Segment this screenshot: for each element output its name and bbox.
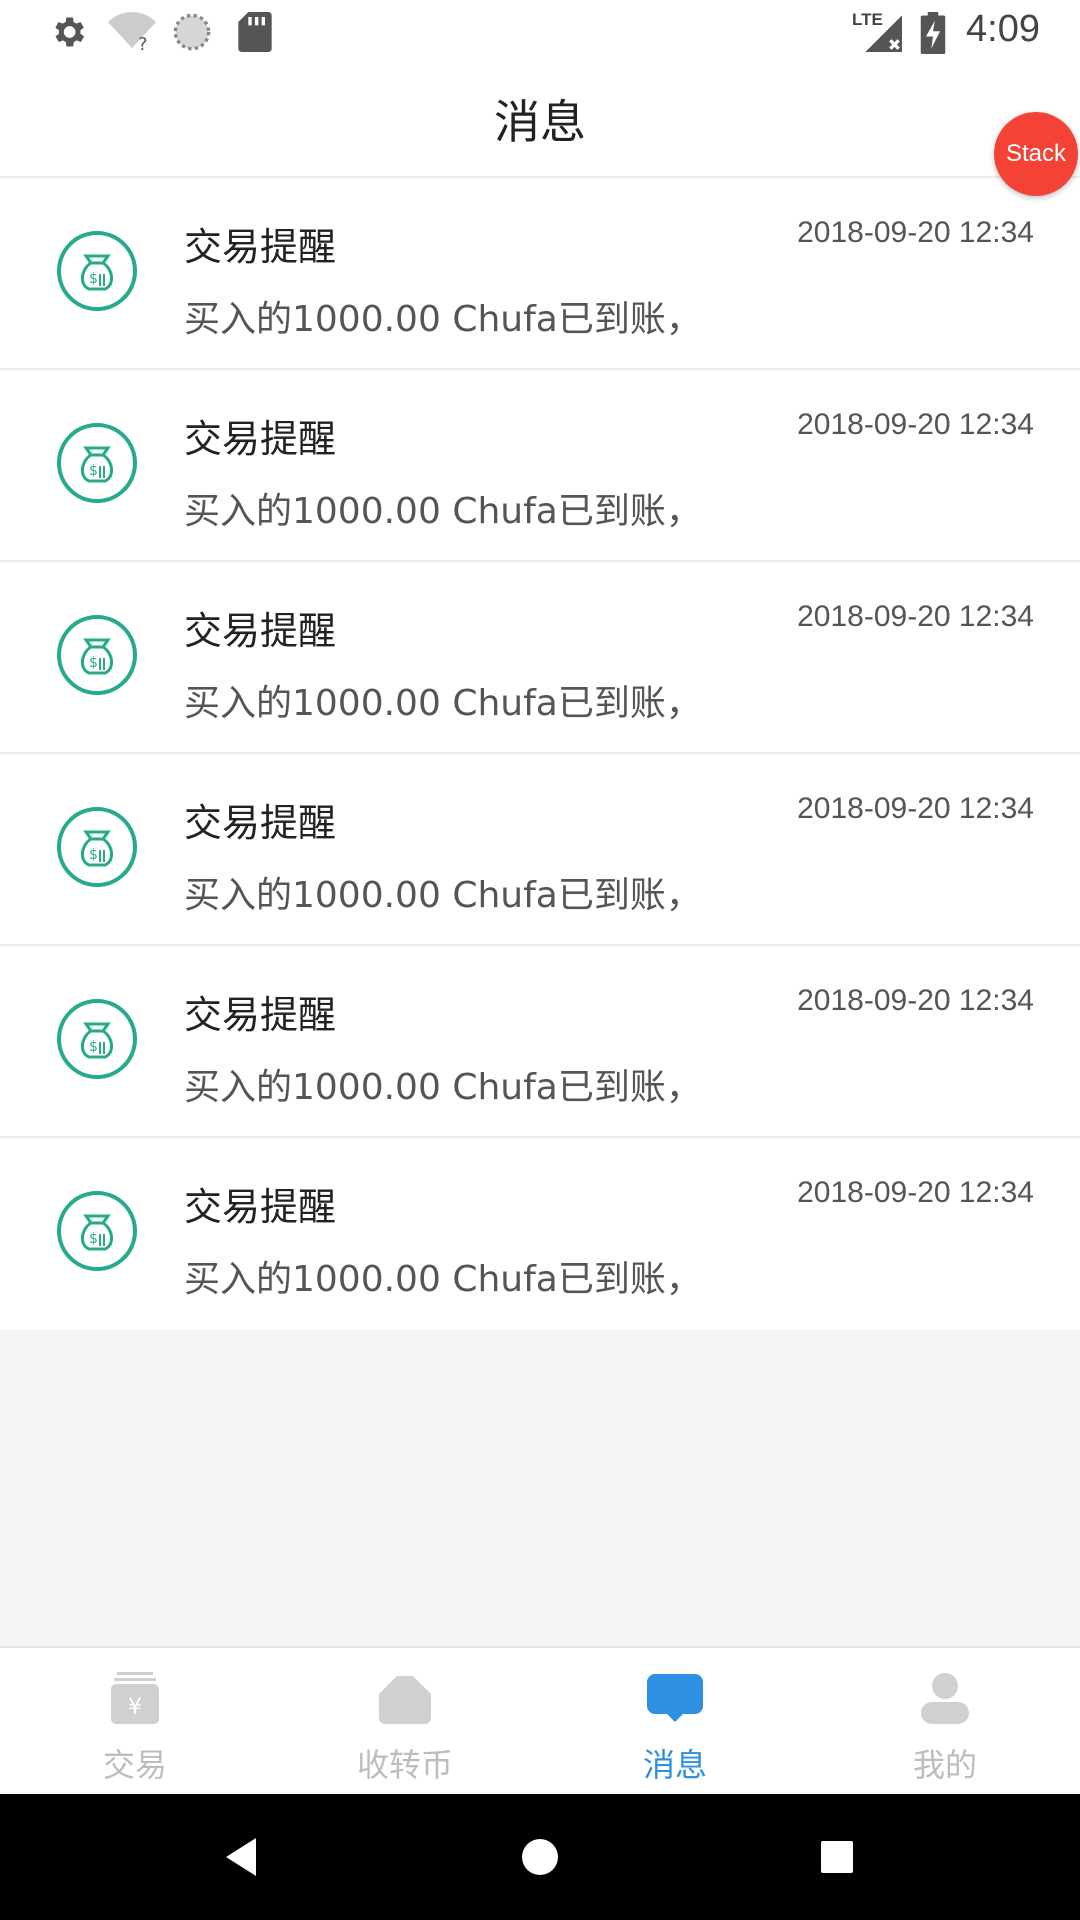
back-icon[interactable] bbox=[216, 1830, 270, 1884]
message-title: 交易提醒 bbox=[184, 609, 337, 653]
bottom-tab-bar: ¥ 交易 收转币 消息 我的 bbox=[0, 1646, 1080, 1794]
list-item[interactable]: $ 交易提醒 2018-09-20 12:34 买入的1000.00 Chufa… bbox=[0, 946, 1080, 1138]
message-body: 买入的1000.00 Chufa已到账， bbox=[184, 875, 702, 916]
empty-area bbox=[0, 1330, 1080, 1646]
tab-messages[interactable]: 消息 bbox=[540, 1648, 810, 1794]
recents-icon[interactable] bbox=[810, 1830, 864, 1884]
list-item[interactable]: $ 交易提醒 2018-09-20 12:34 买入的1000.00 Chufa… bbox=[0, 562, 1080, 754]
money-bag-icon: $ bbox=[57, 615, 137, 695]
money-bag-icon: $ bbox=[57, 807, 137, 887]
wifi-unknown-icon: ? bbox=[108, 12, 156, 52]
svg-text:$: $ bbox=[89, 463, 98, 479]
svg-text:$: $ bbox=[89, 847, 98, 863]
message-body: 买入的1000.00 Chufa已到账， bbox=[184, 683, 702, 724]
tab-trade[interactable]: ¥ 交易 bbox=[0, 1648, 270, 1794]
message-time: 2018-09-20 12:34 bbox=[797, 408, 1034, 441]
settings-icon bbox=[55, 17, 85, 47]
message-time: 2018-09-20 12:34 bbox=[797, 792, 1034, 825]
message-time: 2018-09-20 12:34 bbox=[797, 984, 1034, 1017]
status-time: 4:09 bbox=[966, 8, 1040, 50]
message-body: 买入的1000.00 Chufa已到账， bbox=[184, 1259, 702, 1300]
sd-card-icon bbox=[238, 12, 272, 52]
money-bag-icon: $ bbox=[57, 999, 137, 1079]
tab-label: 收转币 bbox=[356, 1746, 453, 1784]
sync-icon bbox=[173, 13, 211, 51]
message-body: 买入的1000.00 Chufa已到账， bbox=[184, 491, 702, 532]
tab-profile[interactable]: 我的 bbox=[810, 1648, 1080, 1794]
system-nav-bar bbox=[0, 1794, 1080, 1920]
profile-icon bbox=[921, 1673, 969, 1724]
signal-icon bbox=[865, 15, 902, 52]
tab-wallet[interactable]: 收转币 bbox=[270, 1648, 540, 1794]
svg-text:?: ? bbox=[138, 34, 148, 52]
status-bar: ? LTE 4:09 bbox=[0, 0, 1080, 64]
list-item[interactable]: $ 交易提醒 2018-09-20 12:34 买入的1000.00 Chufa… bbox=[0, 754, 1080, 946]
svg-text:$: $ bbox=[89, 271, 98, 287]
tab-label: 交易 bbox=[102, 1746, 167, 1784]
message-title: 交易提醒 bbox=[184, 1185, 337, 1229]
wallet-icon bbox=[379, 1676, 431, 1724]
tab-label: 消息 bbox=[642, 1746, 707, 1784]
page-title: 消息 bbox=[494, 95, 586, 149]
message-title: 交易提醒 bbox=[184, 801, 337, 845]
message-icon bbox=[647, 1674, 703, 1722]
money-bag-icon: $ bbox=[57, 423, 137, 503]
header: 消息 bbox=[0, 64, 1080, 178]
home-icon[interactable] bbox=[513, 1830, 567, 1884]
money-bag-icon: $ bbox=[57, 231, 137, 311]
list-item[interactable]: $ 交易提醒 2018-09-20 12:34 买入的1000.00 Chufa… bbox=[0, 178, 1080, 370]
money-bag-icon: $ bbox=[57, 1191, 137, 1271]
message-body: 买入的1000.00 Chufa已到账， bbox=[184, 299, 702, 340]
tab-label: 我的 bbox=[912, 1746, 977, 1784]
message-title: 交易提醒 bbox=[184, 225, 337, 269]
svg-text:¥: ¥ bbox=[128, 1695, 142, 1720]
svg-text:$: $ bbox=[89, 1231, 98, 1247]
battery-charging-icon bbox=[920, 12, 946, 54]
message-time: 2018-09-20 12:34 bbox=[797, 216, 1034, 249]
message-time: 2018-09-20 12:34 bbox=[797, 1176, 1034, 1209]
trade-icon: ¥ bbox=[111, 1672, 159, 1724]
svg-text:$: $ bbox=[89, 1039, 98, 1055]
message-body: 买入的1000.00 Chufa已到账， bbox=[184, 1067, 702, 1108]
message-time: 2018-09-20 12:34 bbox=[797, 600, 1034, 633]
stack-button[interactable]: Stack bbox=[994, 112, 1078, 196]
list-item[interactable]: $ 交易提醒 2018-09-20 12:34 买入的1000.00 Chufa… bbox=[0, 1138, 1080, 1330]
message-title: 交易提醒 bbox=[184, 993, 337, 1037]
message-list: $ 交易提醒 2018-09-20 12:34 买入的1000.00 Chufa… bbox=[0, 178, 1080, 1330]
message-title: 交易提醒 bbox=[184, 417, 337, 461]
svg-text:$: $ bbox=[89, 655, 98, 671]
list-item[interactable]: $ 交易提醒 2018-09-20 12:34 买入的1000.00 Chufa… bbox=[0, 370, 1080, 562]
